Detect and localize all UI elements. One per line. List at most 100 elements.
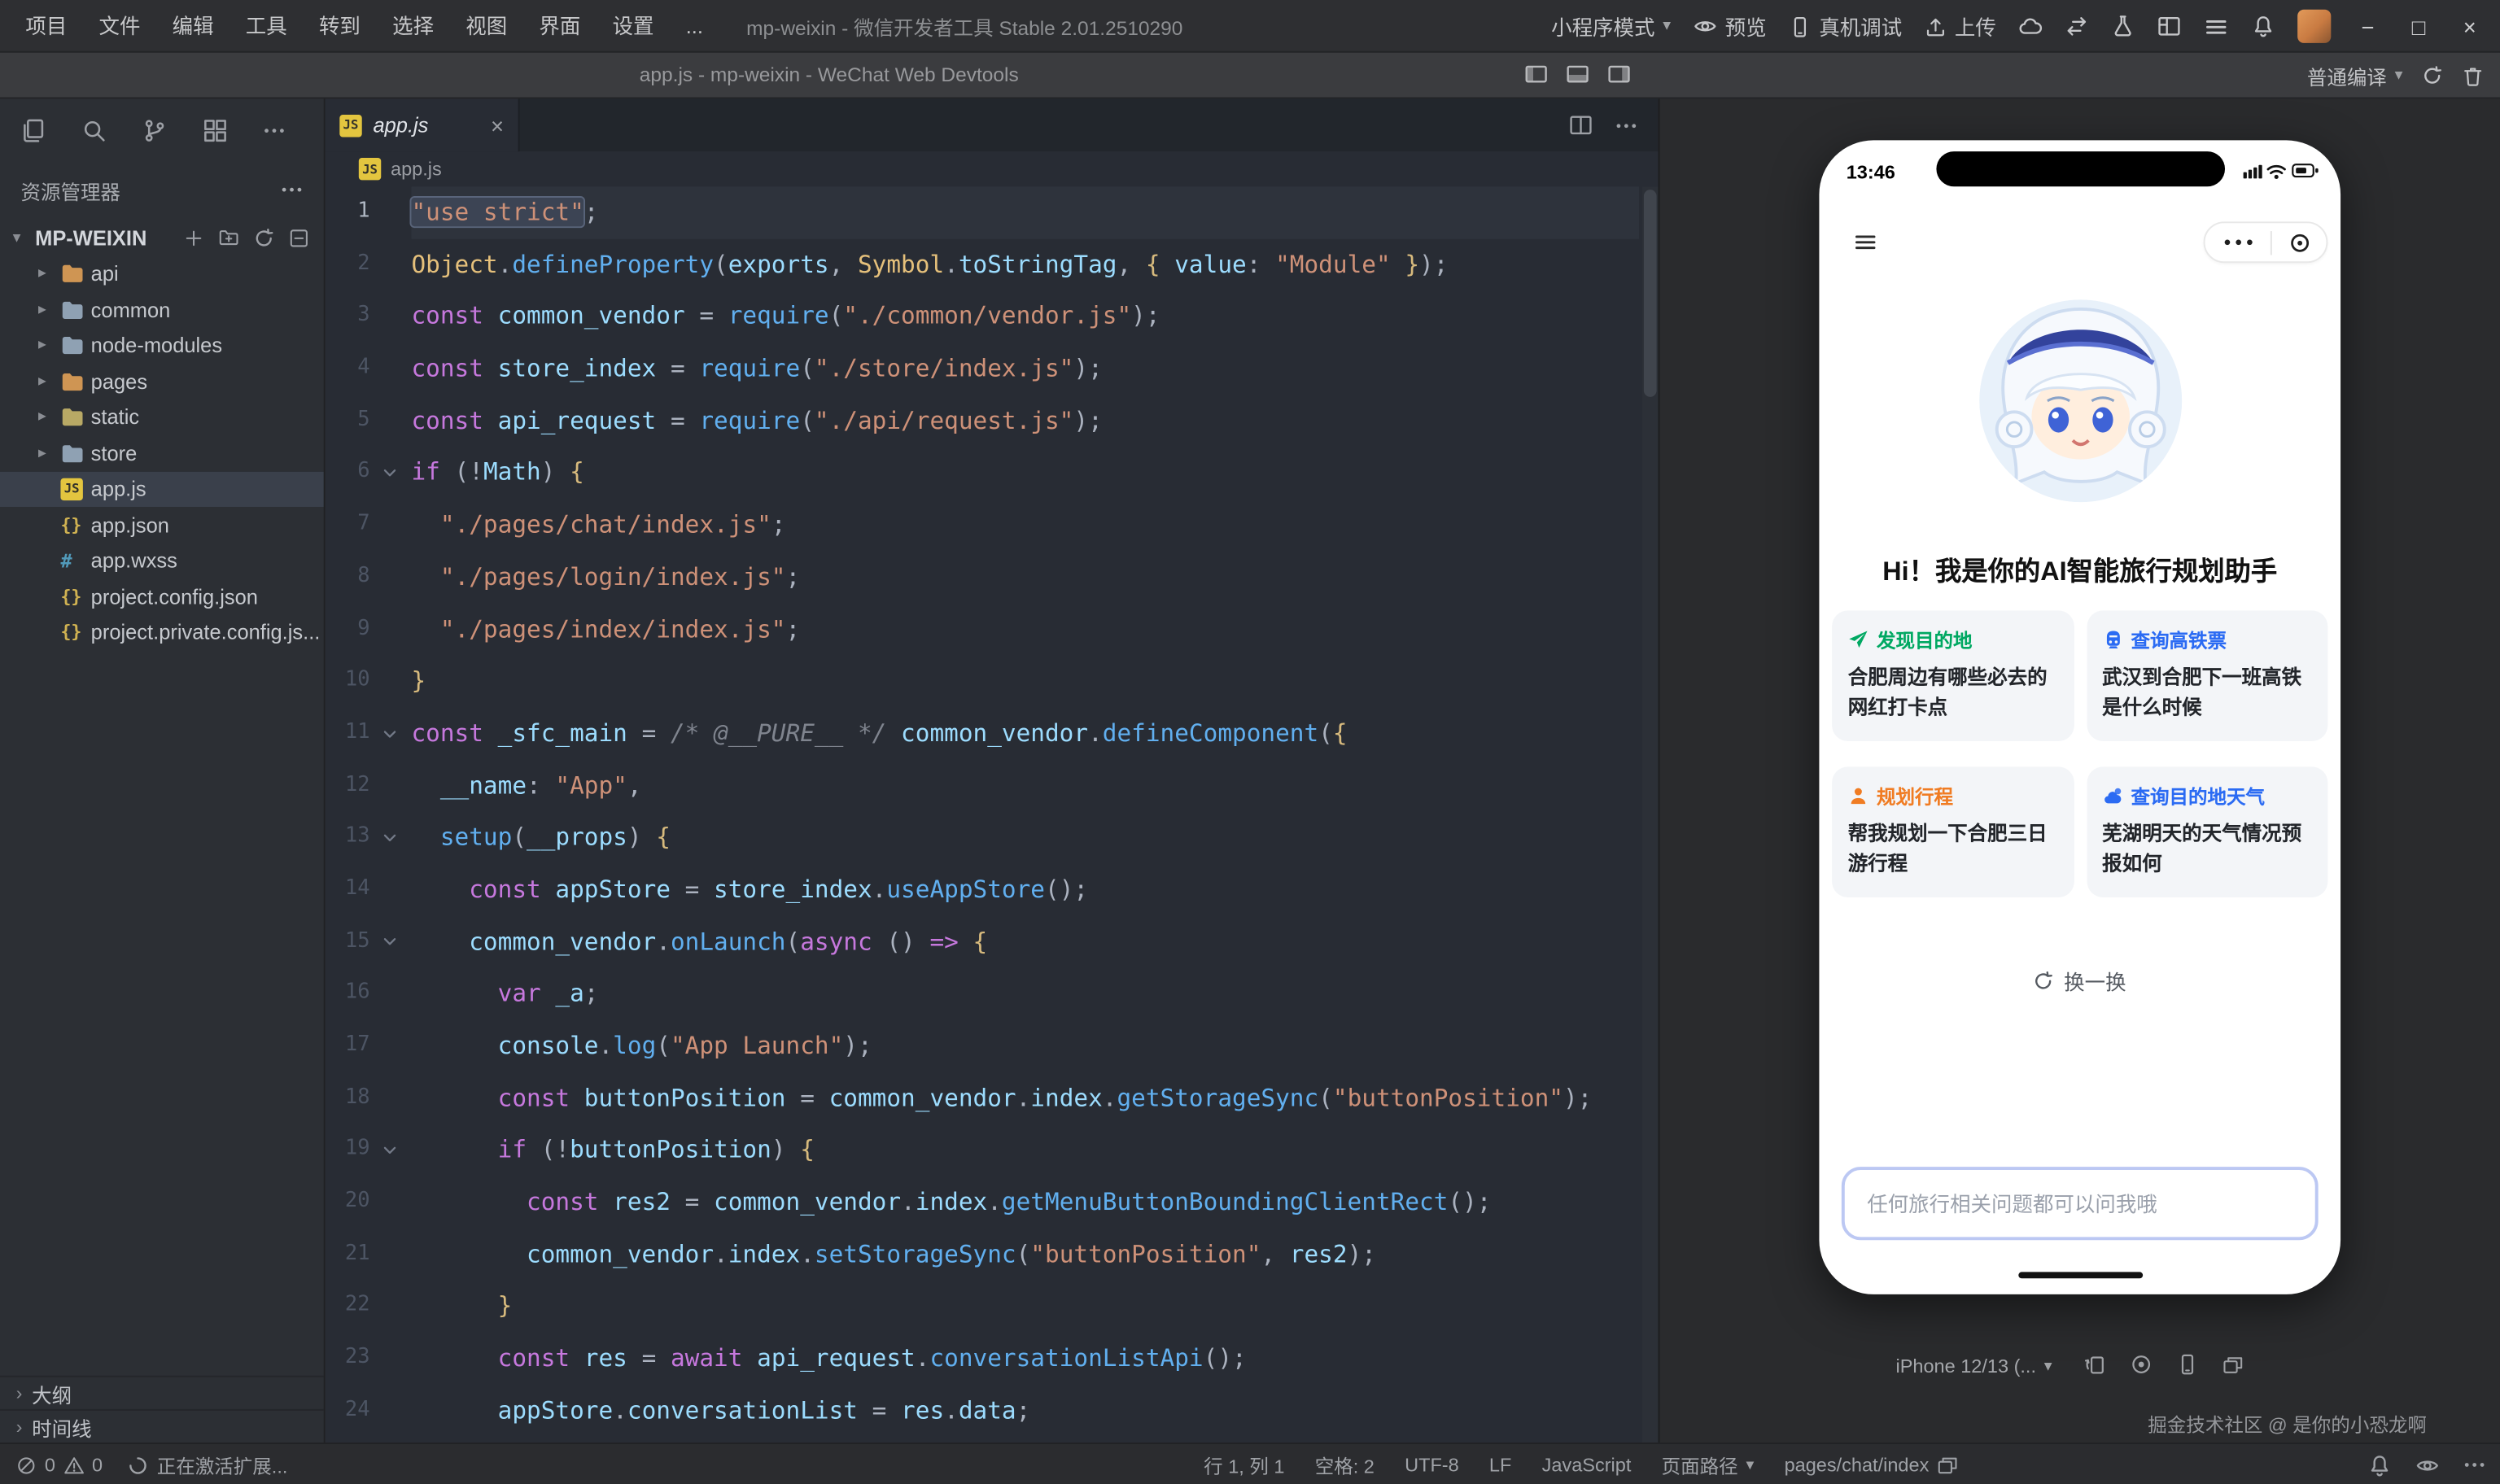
code-line-24[interactable]: appStore.conversationList = res.data; <box>411 1385 1639 1437</box>
eol-type[interactable]: LF <box>1489 1454 1511 1476</box>
minimize-button[interactable]: − <box>2354 14 2382 39</box>
chat-input[interactable] <box>1842 1167 2319 1240</box>
fold-chevron-icon[interactable] <box>371 708 406 760</box>
menu-selection[interactable]: 选择 <box>377 0 450 52</box>
tree-file-project.private.config.js...[interactable]: {}project.private.config.js... <box>0 614 324 650</box>
code-area[interactable]: 123456789101112131415161718192021222324 … <box>326 186 1659 1443</box>
more-views-icon[interactable] <box>263 120 285 142</box>
rotate-device-icon[interactable] <box>2084 1353 2106 1375</box>
code-line-19[interactable]: if (!buttonPosition) { <box>411 1124 1639 1176</box>
tree-project-root[interactable]: ▾ MP-WEIXIN <box>0 220 324 255</box>
code-line-23[interactable]: const res = await api_request.conversati… <box>411 1333 1639 1385</box>
detach-window-icon[interactable] <box>2222 1353 2243 1375</box>
cloud-icon[interactable] <box>2018 15 2042 38</box>
menu-file[interactable]: 文件 <box>83 0 156 52</box>
tree-folder-common[interactable]: ▸common <box>0 292 324 328</box>
code-line-12[interactable]: __name: "App", <box>411 760 1639 812</box>
problems-indicator[interactable]: 0 0 <box>16 1454 103 1476</box>
refresh-explorer-icon[interactable] <box>254 228 274 248</box>
clear-cache-icon[interactable] <box>2462 64 2484 86</box>
code-line-4[interactable]: const store_index = require("./store/ind… <box>411 343 1639 395</box>
fold-chevron-icon[interactable] <box>371 812 406 864</box>
editor-scrollbar[interactable] <box>1642 186 1659 1443</box>
search-icon[interactable] <box>81 118 107 143</box>
code-line-7[interactable]: "./pages/chat/index.js"; <box>411 499 1639 551</box>
code-line-21[interactable]: common_vendor.index.setStorageSync("butt… <box>411 1229 1639 1281</box>
split-editor-icon[interactable] <box>1569 113 1593 137</box>
outline-section[interactable]: › 大纲 <box>0 1376 324 1409</box>
code-line-16[interactable]: var _a; <box>411 968 1639 1020</box>
statusbar-more-icon[interactable] <box>2463 1454 2485 1476</box>
watch-icon[interactable] <box>2415 1453 2439 1477</box>
collapse-folders-icon[interactable] <box>289 228 309 248</box>
source-control-icon[interactable] <box>142 118 167 143</box>
maximize-button[interactable]: □ <box>2404 14 2432 39</box>
beaker-icon[interactable] <box>2111 15 2135 38</box>
tab-app-js[interactable]: JS app.js × <box>326 98 520 151</box>
code-line-1[interactable]: "use strict"; <box>411 186 1639 238</box>
extension-activity[interactable]: 正在激活扩展... <box>128 1451 287 1478</box>
compile-mode-dropdown[interactable]: 普通编译 ▾ <box>2307 60 2403 90</box>
capsule-exit-icon[interactable] <box>2287 230 2310 254</box>
extensions-icon[interactable] <box>203 118 228 143</box>
code-line-10[interactable]: } <box>411 656 1639 708</box>
code-line-13[interactable]: setup(__props) { <box>411 812 1639 864</box>
explorer-icon[interactable] <box>20 118 46 143</box>
bell-icon[interactable] <box>2251 15 2275 38</box>
record-icon[interactable] <box>2130 1353 2152 1375</box>
code-line-11[interactable]: const _sfc_main = /* @__PURE__ */ common… <box>411 708 1639 760</box>
tree-folder-api[interactable]: ▸api <box>0 255 324 291</box>
copy-path-icon[interactable] <box>1937 1455 1957 1475</box>
menu-project[interactable]: 项目 <box>10 0 83 52</box>
suggestion-card-2[interactable]: 查询高铁票武汉到合肥下一班高铁是什么时候 <box>2087 610 2328 741</box>
code-line-22[interactable]: } <box>411 1281 1639 1333</box>
code-line-20[interactable]: const res2 = common_vendor.index.getMenu… <box>411 1176 1639 1229</box>
timeline-section[interactable]: › 时间线 <box>0 1409 324 1443</box>
editor-more-icon[interactable] <box>1615 114 1637 136</box>
tree-file-project.config.json[interactable]: {}project.config.json <box>0 578 324 614</box>
page-path-dropdown[interactable]: 页面路径 ▾ <box>1662 1451 1755 1478</box>
code-line-14[interactable]: const appStore = store_index.useAppStore… <box>411 864 1639 916</box>
menu-go[interactable]: 转到 <box>303 0 376 52</box>
hamburger-menu-icon[interactable] <box>2204 14 2229 39</box>
menu-settings[interactable]: 设置 <box>597 0 670 52</box>
toggle-simulator-icon[interactable] <box>1607 62 1631 85</box>
compare-arrows-icon[interactable] <box>2065 15 2088 38</box>
language-mode[interactable]: JavaScript <box>1542 1454 1632 1476</box>
code-line-3[interactable]: const common_vendor = require("./common/… <box>411 290 1639 343</box>
tab-close-icon[interactable]: × <box>491 112 504 137</box>
indentation[interactable]: 空格: 2 <box>1315 1451 1375 1478</box>
code-line-8[interactable]: "./pages/login/index.js"; <box>411 552 1639 604</box>
explorer-more-icon[interactable] <box>281 178 303 200</box>
tree-file-app.wxss[interactable]: #app.wxss <box>0 543 324 578</box>
suggestion-card-3[interactable]: 规划行程帮我规划一下合肥三日游行程 <box>1832 766 2074 897</box>
miniprogram-mode-dropdown[interactable]: 小程序模式 ▾ <box>1551 11 1671 41</box>
suggestion-card-4[interactable]: 查询目的地天气芜湖明天的天气情况预报如何 <box>2087 766 2328 897</box>
layout-icon[interactable] <box>2157 15 2181 38</box>
current-page-path[interactable]: pages/chat/index <box>1785 1454 1958 1476</box>
cursor-position[interactable]: 行 1, 列 1 <box>1204 1451 1284 1478</box>
new-folder-icon[interactable] <box>218 228 238 248</box>
code-line-18[interactable]: const buttonPosition = common_vendor.ind… <box>411 1072 1639 1124</box>
device-selector[interactable]: iPhone 12/13 (... ▾ <box>1895 1355 2052 1377</box>
recompile-icon[interactable] <box>2422 65 2442 85</box>
new-file-icon[interactable] <box>183 228 203 248</box>
encoding[interactable]: UTF-8 <box>1405 1454 1459 1476</box>
code-line-9[interactable]: "./pages/index/index.js"; <box>411 604 1639 656</box>
tree-folder-store[interactable]: ▸store <box>0 435 324 471</box>
upload-button[interactable]: 上传 <box>1925 11 1996 41</box>
capsule-more-icon[interactable] <box>2220 238 2255 247</box>
device-icon[interactable] <box>2176 1353 2198 1375</box>
tree-file-app.json[interactable]: {}app.json <box>0 507 324 543</box>
app-hamburger-icon[interactable] <box>1853 229 1878 255</box>
close-button[interactable]: × <box>2455 14 2484 39</box>
tree-folder-node-modules[interactable]: ▸node-modules <box>0 328 324 364</box>
breadcrumb[interactable]: JS app.js <box>326 151 1659 186</box>
code-line-6[interactable]: if (!Math) { <box>411 447 1639 499</box>
device-debug-button[interactable]: 真机调试 <box>1789 11 1902 41</box>
fold-chevron-icon[interactable] <box>371 1124 406 1176</box>
menu-interface[interactable]: 界面 <box>523 0 597 52</box>
shuffle-button[interactable]: 换一换 <box>1819 966 2340 996</box>
menu-view[interactable]: 视图 <box>450 0 523 52</box>
suggestion-card-1[interactable]: 发现目的地合肥周边有哪些必去的网红打卡点 <box>1832 610 2074 741</box>
